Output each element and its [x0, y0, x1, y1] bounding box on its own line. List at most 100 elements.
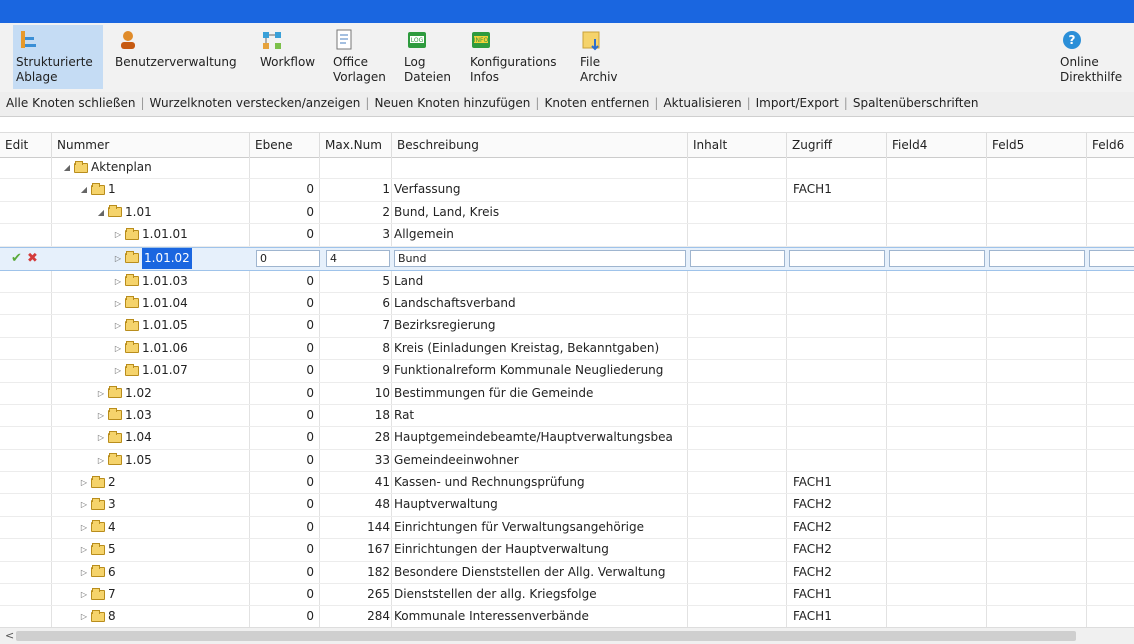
toolbar-button-6[interactable]: File Archiv [577, 25, 632, 89]
tree-node[interactable]: ◢ 1.01 [96, 202, 250, 223]
tree-node[interactable]: ▷ 1.01.03 [113, 271, 250, 292]
toolbar-button-3[interactable]: Office Vorlagen [330, 25, 392, 89]
toolbar-button-1[interactable]: Benutzerverwaltung [112, 25, 252, 89]
table-row[interactable]: ▷ 5 0 167 Einrichtungen der Hauptverwaltung F… [0, 539, 1134, 562]
tree-node[interactable]: ▷ 5 [79, 539, 250, 560]
expand-arrow-icon[interactable]: ▷ [96, 450, 106, 471]
table-row[interactable]: ▷ 6 0 182 Besondere Dienststellen der Allg. … [0, 562, 1134, 585]
table-row[interactable]: ▷ 1.01.05 0 7 Bezirksregierung [0, 315, 1134, 338]
tree-node[interactable]: ◢ 1 [79, 179, 250, 200]
tree-node[interactable]: ▷ 1.01.01 [113, 224, 250, 245]
action-knoten-entfernen[interactable]: Knoten entfernen [544, 96, 649, 110]
column-header-nummer[interactable]: Nummer [52, 133, 250, 157]
checkmark-icon[interactable]: ✔ [11, 248, 22, 269]
expand-arrow-icon[interactable]: ▷ [79, 584, 89, 605]
column-input[interactable] [1089, 249, 1134, 267]
scrollbar-thumb[interactable] [16, 631, 1076, 641]
toolbar-button-2[interactable]: Workflow [257, 25, 322, 89]
tree-node[interactable]: ▷ 7 [79, 584, 250, 605]
column-input[interactable] [989, 249, 1085, 267]
toolbar-button-0[interactable]: Strukturierte Ablage [13, 25, 103, 89]
tree-node[interactable]: ▷ 1.05 [96, 450, 250, 471]
column-header-feld6[interactable]: Feld6 [1087, 133, 1134, 157]
tree-node[interactable]: ▷ 1.01.05 [113, 315, 250, 336]
collapse-arrow-icon[interactable]: ◢ [96, 202, 106, 223]
table-row[interactable]: ▷ 1.01.04 0 6 Landschaftsverband [0, 293, 1134, 316]
table-row[interactable]: ▷ 1.01.03 0 5 Land [0, 271, 1134, 293]
collapse-arrow-icon[interactable]: ◢ [62, 157, 72, 178]
ebene-input[interactable]: 0 [256, 249, 320, 267]
online-help-button[interactable]: ? Online Direkthilfe [1057, 25, 1127, 89]
expand-arrow-icon[interactable]: ▷ [79, 517, 89, 538]
expand-arrow-icon[interactable]: ▷ [79, 539, 89, 560]
expand-arrow-icon[interactable]: ▷ [96, 383, 106, 404]
table-row[interactable]: ▷ 7 0 265 Dienststellen der allg. Kriegsfolg… [0, 584, 1134, 607]
expand-arrow-icon[interactable]: ▷ [79, 472, 89, 493]
maxnum-input[interactable]: 4 [326, 249, 390, 267]
tree-node[interactable]: ▷ 8 [79, 606, 250, 627]
table-row[interactable]: ▷ 1.03 0 18 Rat [0, 405, 1134, 428]
tree-node[interactable]: ▷ 2 [79, 472, 250, 493]
action-aktualisieren[interactable]: Aktualisieren [663, 96, 741, 110]
table-row[interactable]: ▷ 3 0 48 Hauptverwaltung FACH2 [0, 494, 1134, 517]
tree-node[interactable]: ▷ 4 [79, 517, 250, 538]
column-input[interactable] [889, 249, 985, 267]
toolbar-button-5[interactable]: INFO Konfigurations Infos [467, 25, 567, 89]
action-spalten-berschriften[interactable]: Spaltenüberschriften [853, 96, 979, 110]
tree-node[interactable]: ▷ 1.01.02 [113, 247, 250, 269]
table-row[interactable]: ▷ 4 0 144 Einrichtungen für Verwaltungsangeh… [0, 517, 1134, 540]
tree-node[interactable]: ◢ Aktenplan [62, 157, 250, 178]
table-row[interactable]: ▷ 8 0 284 Kommunale Interessenverbände FACH1 [0, 606, 1134, 627]
table-row[interactable]: ▷ 1.01.07 0 9 Funktionalreform Kommunale Neu… [0, 360, 1134, 383]
column-header-zugriff[interactable]: Zugriff [787, 133, 887, 157]
column-input[interactable] [789, 249, 885, 267]
table-row[interactable]: ▷ 1.05 0 33 Gemeindeeinwohner [0, 450, 1134, 473]
tree-node[interactable]: ▷ 1.04 [96, 427, 250, 448]
expand-arrow-icon[interactable]: ▷ [113, 360, 123, 381]
tree-node[interactable]: ▷ 1.01.07 [113, 360, 250, 381]
table-row[interactable]: ▷ 1.02 0 10 Bestimmungen für die Gemeinde [0, 383, 1134, 405]
expand-arrow-icon[interactable]: ▷ [113, 271, 123, 292]
column-header-edit[interactable]: Edit [0, 133, 52, 157]
expand-arrow-icon[interactable]: ▷ [113, 224, 123, 245]
expand-arrow-icon[interactable]: ▷ [79, 606, 89, 627]
column-header-ebene[interactable]: Ebene [250, 133, 320, 157]
column-input[interactable] [690, 249, 785, 267]
collapse-arrow-icon[interactable]: ◢ [79, 179, 89, 200]
tree-node[interactable]: ▷ 3 [79, 494, 250, 515]
expand-arrow-icon[interactable]: ▷ [96, 427, 106, 448]
action-alle-knoten-schlie-en[interactable]: Alle Knoten schließen [6, 96, 135, 110]
action-neuen-knoten-hinzuf-gen[interactable]: Neuen Knoten hinzufügen [374, 96, 530, 110]
action-import-export[interactable]: Import/Export [756, 96, 839, 110]
column-header-max-num[interactable]: Max.Num [320, 133, 392, 157]
expand-arrow-icon[interactable]: ▷ [96, 405, 106, 426]
editing-row[interactable]: ✔ ✖ ▷ 1.01.02 0 4 Bund [0, 246, 1134, 271]
tree-node[interactable]: ▷ 1.02 [96, 383, 250, 404]
expand-arrow-icon[interactable]: ▷ [79, 562, 89, 583]
beschreibung-input[interactable]: Bund [394, 249, 686, 267]
tree-node[interactable]: ▷ 1.01.06 [113, 338, 250, 359]
expand-arrow-icon[interactable]: ▷ [113, 338, 123, 359]
scroll-left-arrow-icon[interactable]: < [5, 628, 14, 644]
table-row[interactable]: ◢ Aktenplan [0, 157, 1134, 180]
toolbar-button-4[interactable]: LOG Log Dateien [401, 25, 459, 89]
expand-arrow-icon[interactable]: ▷ [113, 248, 123, 269]
expand-arrow-icon[interactable]: ▷ [113, 293, 123, 314]
table-row[interactable]: ▷ 1.01.06 0 8 Kreis (Einladungen Kreistag, B… [0, 338, 1134, 361]
expand-arrow-icon[interactable]: ▷ [79, 494, 89, 515]
table-row[interactable]: ◢ 1.01 0 2 Bund, Land, Kreis [0, 202, 1134, 225]
column-header-field4[interactable]: Field4 [887, 133, 987, 157]
table-row[interactable]: ◢ 1 0 1 Verfassung FACH1 [0, 179, 1134, 202]
tree-node[interactable]: ▷ 6 [79, 562, 250, 583]
table-row[interactable]: ▷ 1.01.01 0 3 Allgemein [0, 224, 1134, 247]
table-row[interactable]: ▷ 2 0 41 Kassen- und Rechnungsprüfung FACH1 [0, 472, 1134, 495]
action-wurzelknoten-verstecken-anzeigen[interactable]: Wurzelknoten verstecken/anzeigen [150, 96, 361, 110]
tree-node[interactable]: ▷ 1.01.04 [113, 293, 250, 314]
column-header-beschreibung[interactable]: Beschreibung [392, 133, 688, 157]
horizontal-scrollbar[interactable]: < [0, 627, 1134, 644]
expand-arrow-icon[interactable]: ▷ [113, 315, 123, 336]
tree-node[interactable]: ▷ 1.03 [96, 405, 250, 426]
column-header-inhalt[interactable]: Inhalt [688, 133, 787, 157]
cross-icon[interactable]: ✖ [27, 248, 38, 269]
column-header-feld5[interactable]: Feld5 [987, 133, 1087, 157]
